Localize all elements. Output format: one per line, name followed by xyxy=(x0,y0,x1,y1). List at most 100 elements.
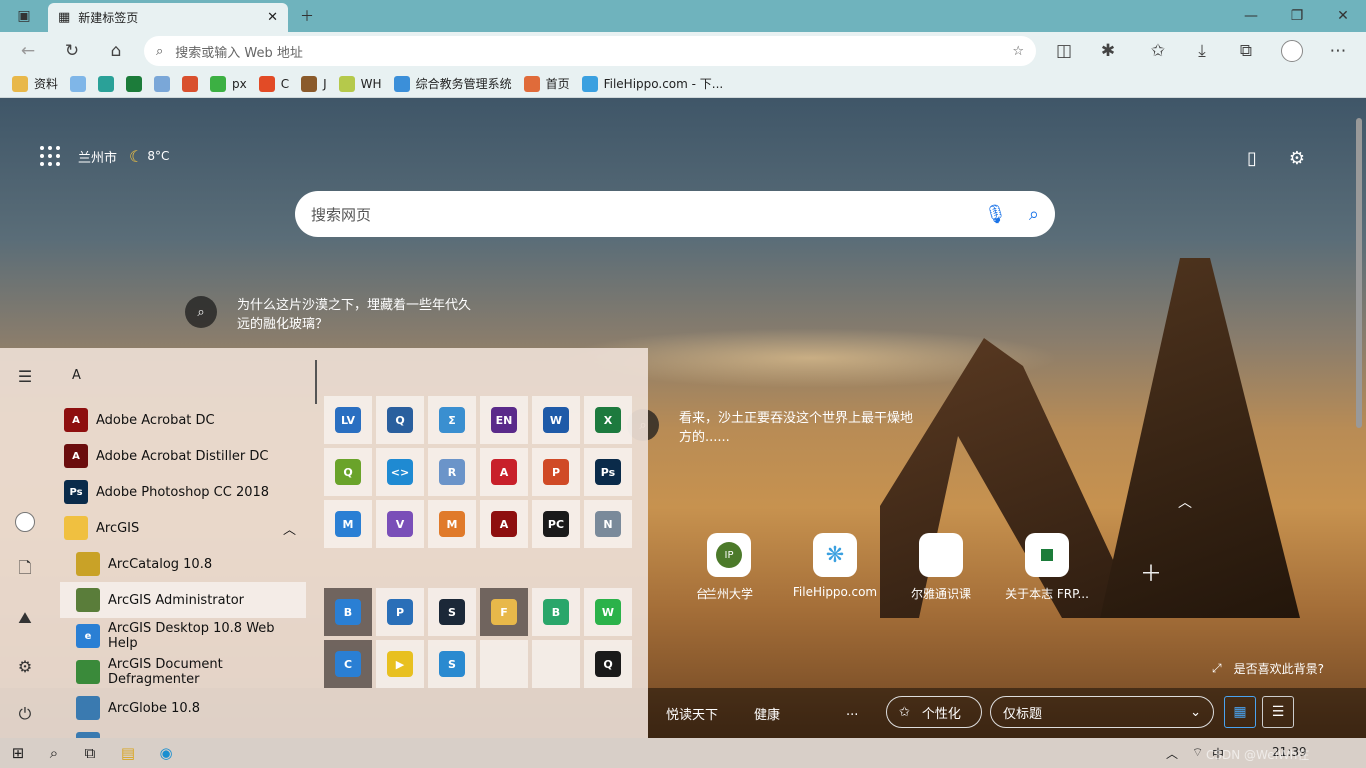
matlab-tile[interactable]: M xyxy=(428,500,476,548)
web-search-box[interactable]: 搜索网页 🎙 ⌕ xyxy=(295,191,1055,237)
search-icon[interactable]: ⌕ xyxy=(1029,204,1039,225)
screenshot-icon[interactable]: ⧉ xyxy=(1230,35,1262,67)
user-avatar[interactable] xyxy=(13,510,37,534)
baidu-tile[interactable]: B xyxy=(324,588,372,636)
quicklink-frp[interactable]: 关于本志 FRP... xyxy=(992,533,1102,602)
quicklink-erya[interactable]: 尔雅通识课 xyxy=(886,533,996,602)
file-explorer-icon[interactable]: ▤ xyxy=(114,741,142,765)
qq-tile[interactable]: Q xyxy=(584,640,632,688)
tab-close-icon[interactable]: ✕ xyxy=(267,10,278,25)
chevron-up-icon[interactable]: ︿ xyxy=(283,519,296,538)
hamburger-icon[interactable]: ☰ xyxy=(13,364,37,388)
feed-tab[interactable]: 健康 xyxy=(754,704,780,723)
bird-tile[interactable]: B xyxy=(532,588,580,636)
settings-icon[interactable]: ⚙ xyxy=(13,654,37,678)
power-icon[interactable]: ⏻ xyxy=(13,702,37,726)
downloads-icon[interactable]: ⤓ xyxy=(1186,35,1218,67)
cloud-tile[interactable]: C xyxy=(324,640,372,688)
background-feedback[interactable]: ⤢ 是否喜欢此背景? xyxy=(1212,660,1324,677)
favorite-item[interactable]: WH xyxy=(338,75,382,92)
autocad-tile[interactable]: A xyxy=(480,448,528,496)
favorite-item[interactable]: J xyxy=(301,75,327,92)
steam-tile[interactable]: S xyxy=(428,588,476,636)
app-list-scrollbar[interactable] xyxy=(315,360,317,404)
task-view-icon[interactable]: ⧉ xyxy=(76,741,104,765)
favorite-item[interactable]: C xyxy=(258,75,289,92)
edge-icon[interactable]: ◉ xyxy=(152,741,180,765)
favorite-item[interactable] xyxy=(70,75,87,92)
app-list-item[interactable]: ArcGIS Administrator xyxy=(60,582,306,618)
search-tile[interactable]: Q xyxy=(376,396,424,444)
fact-card-2[interactable]: ⌕ 看来，沙土正要吞没这个世界上最干燥地方的...... xyxy=(627,409,913,447)
chevron-up-icon[interactable]: ︿ xyxy=(1178,492,1192,512)
favorite-item[interactable] xyxy=(98,75,115,92)
favorite-item[interactable] xyxy=(126,75,143,92)
favorite-item[interactable]: 资料 xyxy=(12,75,58,92)
app-list-item[interactable]: ArcGIS Document Defragmenter xyxy=(60,654,306,690)
photos-tile[interactable]: P xyxy=(376,588,424,636)
quicklink-lzu[interactable]: IP 兰州大学 xyxy=(674,533,784,602)
add-quicklink-icon[interactable]: ＋ xyxy=(1140,556,1162,588)
tab-actions-icon[interactable]: ▣ xyxy=(2,0,46,32)
app-list-item[interactable]: ArcGIS ︿ xyxy=(60,510,306,546)
quicklink-filehippo[interactable]: ❋ FileHippo.com xyxy=(780,533,890,599)
favorite-item[interactable] xyxy=(182,75,199,92)
favorites-icon[interactable]: ✩ xyxy=(1142,35,1174,67)
refresh-button[interactable]: ↻ xyxy=(56,35,88,67)
en-tile[interactable]: EN xyxy=(480,396,528,444)
personalize-button[interactable]: ✩ 个性化 xyxy=(886,696,982,728)
search-icon[interactable]: ⌕ xyxy=(40,741,68,765)
powerpoint-tile[interactable]: P xyxy=(532,448,580,496)
lv-tile[interactable]: LV xyxy=(324,396,372,444)
fact-card-1[interactable]: ⌕ 为什么这片沙漠之下，埋藏着一些年代久 远的融化玻璃？ xyxy=(185,296,471,334)
tab-new-tab[interactable]: ▦ 新建标签页 ✕ xyxy=(48,3,288,32)
vs-tile[interactable]: V xyxy=(376,500,424,548)
vscode-tile[interactable]: <> xyxy=(376,448,424,496)
folder-tile[interactable]: F xyxy=(480,588,528,636)
excel-tile[interactable]: X xyxy=(584,396,632,444)
minimize-button[interactable]: — xyxy=(1228,0,1274,32)
player-tile[interactable]: ▶ xyxy=(376,640,424,688)
favorite-item[interactable] xyxy=(154,75,171,92)
home-button[interactable]: ⌂ xyxy=(100,35,132,67)
phone-icon[interactable]: ▯ xyxy=(1240,146,1264,170)
network-tile[interactable]: N xyxy=(584,500,632,548)
favorite-item[interactable]: px xyxy=(210,75,247,92)
pictures-icon[interactable]: ⛰ xyxy=(13,606,37,630)
app-list-item[interactable]: e ArcGIS Desktop 10.8 Web Help xyxy=(60,618,306,654)
favorite-item[interactable]: FileHippo.com - 下... xyxy=(581,75,723,92)
show-hidden-icon[interactable]: ︿ xyxy=(1166,745,1178,762)
sigma-tile[interactable]: Σ xyxy=(428,396,476,444)
address-bar[interactable]: ⌕ 搜索或输入 Web 地址 ☆ xyxy=(144,36,1036,66)
app-launcher-icon[interactable] xyxy=(40,146,60,166)
new-tab-button[interactable]: ＋ xyxy=(284,0,330,32)
word-tile[interactable]: W xyxy=(532,396,580,444)
ps-tile[interactable]: Ps xyxy=(584,448,632,496)
app-list-item[interactable]: ArcGlobe 10.8 xyxy=(60,690,306,726)
pycharm-tile[interactable]: PC xyxy=(532,500,580,548)
app-list-item[interactable]: A Adobe Acrobat Distiller DC xyxy=(60,438,306,474)
layout-select[interactable]: 仅标题 ⌄ xyxy=(990,696,1214,728)
favorite-item[interactable]: 首页 xyxy=(523,75,570,92)
edu-tile[interactable]: M xyxy=(324,500,372,548)
list-view-button[interactable]: ☰ xyxy=(1262,696,1294,728)
weather-city[interactable]: 兰州市 xyxy=(78,147,117,166)
add-favorite-icon[interactable]: ☆ xyxy=(1012,44,1024,59)
app-list-item[interactable]: A Adobe Acrobat DC xyxy=(60,402,306,438)
letter-header[interactable]: A xyxy=(72,368,81,383)
network-icon[interactable]: ⌔ xyxy=(1192,745,1203,760)
back-button[interactable]: ← xyxy=(12,35,44,67)
weather-temperature[interactable]: 8°C xyxy=(147,149,169,163)
feed-more-icon[interactable]: ... xyxy=(846,704,858,719)
windows-start-icon[interactable]: ⊞ xyxy=(4,741,32,765)
profile-avatar[interactable] xyxy=(1276,35,1308,67)
page-scrollbar[interactable] xyxy=(1356,106,1364,428)
documents-icon[interactable]: 🗋 xyxy=(13,558,37,582)
feed-tab[interactable]: 悦读天下 xyxy=(666,704,718,723)
r-tile[interactable]: R xyxy=(428,448,476,496)
app-list-item[interactable]: Ps Adobe Photoshop CC 2018 xyxy=(60,474,306,510)
collections-icon[interactable]: ◫ xyxy=(1048,35,1080,67)
qgis-tile[interactable]: Q xyxy=(324,448,372,496)
restore-button[interactable]: ❐ xyxy=(1274,0,1320,32)
grid-view-button[interactable]: ▦ xyxy=(1224,696,1256,728)
